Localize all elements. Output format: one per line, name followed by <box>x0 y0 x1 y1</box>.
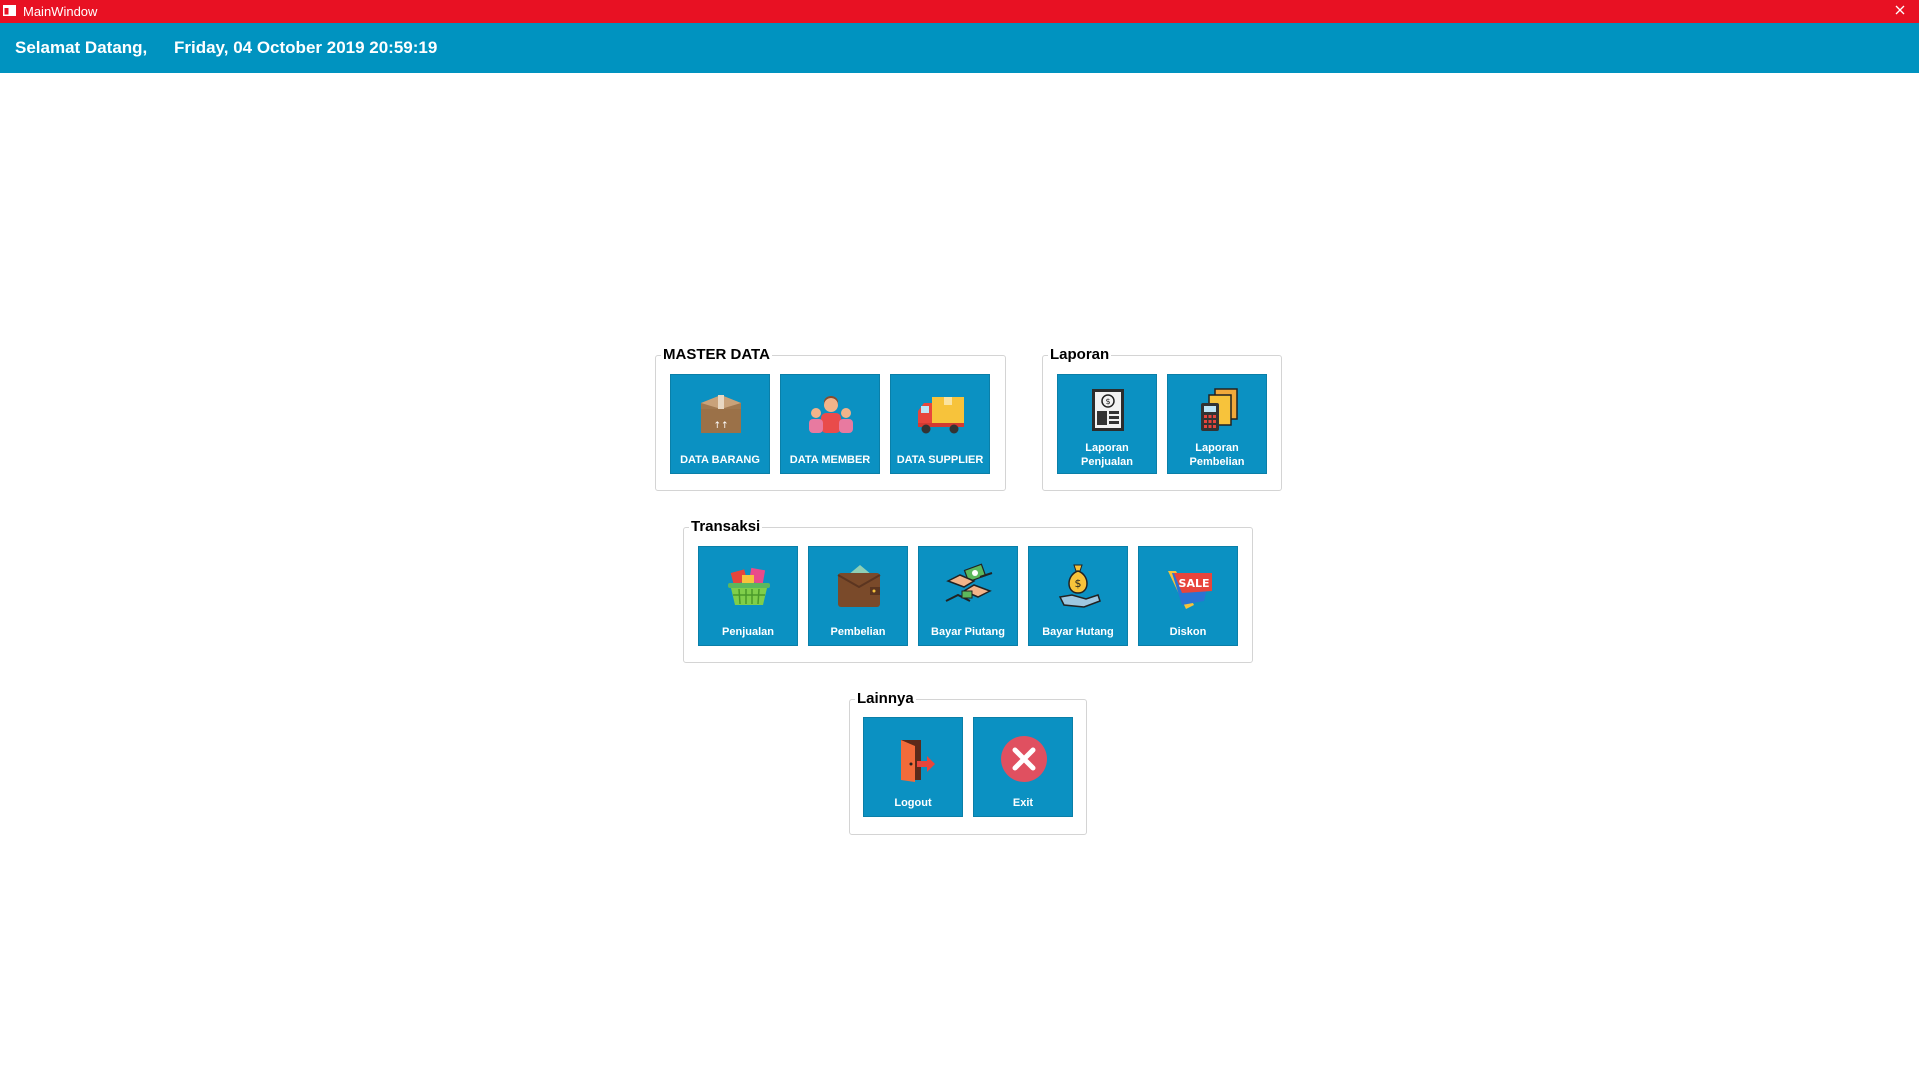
bayar-hutang-button[interactable]: $ Bayar Hutang <box>1028 546 1128 646</box>
truck-icon <box>918 397 964 434</box>
title-bar: MainWindow <box>0 0 1919 23</box>
tile-label: DATA MEMBER <box>789 454 871 466</box>
sale-tag-icon: SALE <box>1168 571 1212 609</box>
tile-label: Bayar Hutang <box>1042 626 1114 638</box>
wallet-icon <box>837 565 881 607</box>
welcome-text: Selamat Datang, <box>15 38 148 57</box>
exit-icon <box>1001 736 1047 782</box>
svg-text:SALE: SALE <box>1179 577 1210 590</box>
tile-label: Logout <box>894 797 932 809</box>
data-member-button[interactable]: DATA MEMBER <box>780 374 880 474</box>
exit-button[interactable]: Exit <box>973 717 1073 817</box>
sales-report-icon: $ <box>1092 389 1124 431</box>
penjualan-button[interactable]: Penjualan <box>698 546 798 646</box>
bayar-piutang-button[interactable]: Bayar Piutang <box>918 546 1018 646</box>
pembelian-button[interactable]: Pembelian <box>808 546 908 646</box>
money-bag-hand-icon: $ <box>1058 564 1101 608</box>
app-window-icon <box>3 5 16 16</box>
window-close-icon[interactable] <box>1887 0 1913 21</box>
laporan-pembelian-button[interactable]: Laporan Pembelian <box>1167 374 1267 474</box>
tile-label: Laporan Pembelian <box>1189 442 1245 468</box>
tile-label: Pembelian <box>830 626 886 638</box>
purchase-report-icon <box>1201 388 1238 431</box>
svg-text:$: $ <box>1105 397 1110 406</box>
group-label-master-data: MASTER DATA <box>661 345 772 365</box>
group-laporan: Laporan $ Laporan Penjualan Laporan Pemb… <box>1042 345 1282 491</box>
svg-text:↑↑: ↑↑ <box>713 421 728 431</box>
group-lainnya: Lainnya Logout Exit <box>849 689 1087 835</box>
datetime-text: Friday, 04 October 2019 20:59:19 <box>174 38 438 57</box>
svg-text:$: $ <box>1075 577 1082 590</box>
group-transaksi: Transaksi Penjualan Pembelian Bayar Piut… <box>683 517 1253 663</box>
data-barang-button[interactable]: ↑↑ DATA BARANG <box>670 374 770 474</box>
tile-label: DATA BARANG <box>680 454 760 466</box>
basket-icon <box>728 567 770 605</box>
diskon-button[interactable]: SALE Diskon <box>1138 546 1238 646</box>
tile-label: Diskon <box>1169 626 1207 638</box>
laporan-penjualan-button[interactable]: $ Laporan Penjualan <box>1057 374 1157 474</box>
tile-label: Laporan Penjualan <box>1081 442 1133 468</box>
header-bar: Selamat Datang, Friday, 04 October 2019 … <box>0 23 1919 73</box>
window-title: MainWindow <box>23 4 98 19</box>
group-label-lainnya: Lainnya <box>855 689 916 709</box>
data-supplier-button[interactable]: DATA SUPPLIER <box>890 374 990 474</box>
logout-button[interactable]: Logout <box>863 717 963 817</box>
tile-label: Exit <box>1012 797 1034 809</box>
group-master-data: MASTER DATA ↑↑ DATA BARANG DATA MEMBER D… <box>655 345 1006 491</box>
tile-label: Bayar Piutang <box>931 626 1005 638</box>
people-icon <box>809 396 853 433</box>
group-label-laporan: Laporan <box>1048 345 1112 365</box>
logout-door-icon <box>901 740 935 782</box>
handshake-money-icon <box>945 563 993 602</box>
box-icon: ↑↑ <box>701 395 741 433</box>
group-label-transaksi: Transaksi <box>689 517 763 537</box>
tile-label: DATA SUPPLIER <box>896 454 984 466</box>
tile-label: Penjualan <box>722 626 774 638</box>
